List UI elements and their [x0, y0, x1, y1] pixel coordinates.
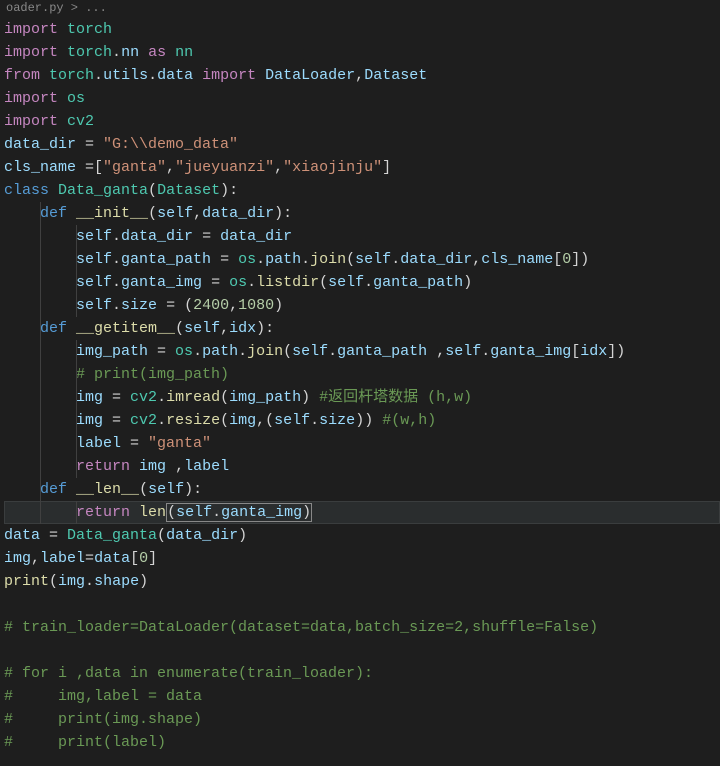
code-line[interactable]: # print(img_path) — [4, 363, 720, 386]
code-line[interactable]: return img ,label — [4, 455, 720, 478]
code-line[interactable]: import os — [4, 87, 720, 110]
code-line[interactable]: img = cv2.resize(img,(self.size)) #(w,h) — [4, 409, 720, 432]
code-line[interactable]: def __getitem__(self,idx): — [4, 317, 720, 340]
code-line[interactable]: # img,label = data — [4, 685, 720, 708]
code-line[interactable]: self.ganta_img = os.listdir(self.ganta_p… — [4, 271, 720, 294]
code-line[interactable]: img = cv2.imread(img_path) #返回杆塔数据 (h,w) — [4, 386, 720, 409]
code-line[interactable]: label = "ganta" — [4, 432, 720, 455]
code-line[interactable]: print(img.shape) — [4, 570, 720, 593]
code-line[interactable]: img_path = os.path.join(self.ganta_path … — [4, 340, 720, 363]
code-line[interactable]: class Data_ganta(Dataset): — [4, 179, 720, 202]
code-line-blank[interactable] — [4, 593, 720, 616]
code-line[interactable]: import torch — [4, 18, 720, 41]
code-line[interactable]: data_dir = "G:\\demo_data" — [4, 133, 720, 156]
code-line[interactable]: cls_name =["ganta","jueyuanzi","xiaojinj… — [4, 156, 720, 179]
code-line[interactable]: self.ganta_path = os.path.join(self.data… — [4, 248, 720, 271]
code-line[interactable]: img,label=data[0] — [4, 547, 720, 570]
code-line[interactable]: data = Data_ganta(data_dir) — [4, 524, 720, 547]
code-line[interactable]: # print(img.shape) — [4, 708, 720, 731]
code-line[interactable]: # train_loader=DataLoader(dataset=data,b… — [4, 616, 720, 639]
code-line[interactable]: # print(label) — [4, 731, 720, 754]
code-editor[interactable]: oader.py > ... import torch import torch… — [0, 0, 720, 766]
code-line[interactable]: self.data_dir = data_dir — [4, 225, 720, 248]
code-line[interactable]: # for i ,data in enumerate(train_loader)… — [4, 662, 720, 685]
breadcrumb[interactable]: oader.py > ... — [0, 0, 720, 18]
code-line-blank[interactable] — [4, 639, 720, 662]
code-line[interactable]: self.size = (2400,1080) — [4, 294, 720, 317]
code-line[interactable]: from torch.utils.data import DataLoader,… — [4, 64, 720, 87]
code-line[interactable]: import cv2 — [4, 110, 720, 133]
code-line[interactable]: def __len__(self): — [4, 478, 720, 501]
code-line[interactable]: def __init__(self,data_dir): — [4, 202, 720, 225]
code-area[interactable]: import torch import torch.nn as nn from … — [0, 18, 720, 754]
code-line[interactable]: import torch.nn as nn — [4, 41, 720, 64]
code-line-current[interactable]: return len(self.ganta_img) — [4, 501, 720, 524]
